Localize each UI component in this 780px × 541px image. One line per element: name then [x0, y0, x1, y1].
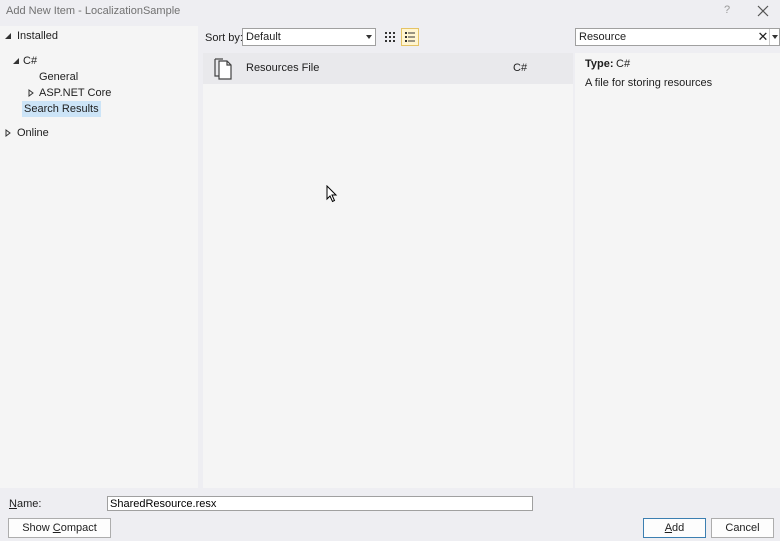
- cancel-button[interactable]: Cancel: [711, 518, 774, 538]
- template-description: A file for storing resources: [585, 77, 713, 89]
- expanded-arrow-icon[interactable]: [4, 32, 12, 40]
- search-options-dropdown[interactable]: [769, 29, 779, 45]
- tree-item-label: C#: [23, 55, 38, 67]
- compact-label-prefix: Show: [22, 522, 53, 534]
- tree-item-label: ASP.NET Core: [39, 87, 112, 99]
- tree-item-search-results[interactable]: Search Results: [22, 101, 101, 117]
- search-value: Resource: [579, 31, 627, 43]
- add-label-rest: dd: [672, 522, 685, 534]
- type-value: C#: [616, 58, 631, 70]
- sort-dropdown[interactable]: Default: [242, 28, 376, 46]
- collapsed-arrow-icon[interactable]: [27, 89, 35, 97]
- clear-search-icon[interactable]: ✕: [757, 29, 769, 45]
- tree-item-general[interactable]: General: [39, 69, 78, 85]
- show-compact-view-button[interactable]: Show Compact View: [8, 518, 111, 541]
- help-button[interactable]: ?: [719, 2, 735, 18]
- chevron-down-icon: [772, 35, 778, 39]
- sort-value: Default: [246, 31, 281, 43]
- template-tree: Installed C# General ASP.NET Core Search…: [0, 26, 198, 488]
- compact-label-accelerator: C: [52, 522, 61, 534]
- tree-lower-pane: Online: [0, 122, 198, 488]
- tree-item-label: General: [39, 71, 79, 83]
- sort-label: Sort by:: [205, 32, 243, 44]
- tree-item-label: Search Results: [24, 103, 99, 115]
- add-button[interactable]: Add: [643, 518, 706, 538]
- grid-view-icon[interactable]: [381, 28, 399, 46]
- window-title: Add New Item - LocalizationSample: [6, 5, 181, 17]
- mouse-cursor-icon: [326, 185, 338, 203]
- list-view-icon[interactable]: [401, 28, 419, 46]
- details-pane: Type: C# A file for storing resources: [575, 53, 780, 488]
- name-label-accelerator: N: [9, 498, 17, 510]
- name-field[interactable]: [107, 496, 533, 511]
- name-label: Name:: [9, 498, 41, 510]
- list-item[interactable]: Resources File C#: [203, 53, 573, 84]
- title-bar: Add New Item - LocalizationSample ?: [0, 0, 780, 22]
- type-label: Type:: [585, 58, 614, 70]
- tree-item-label: Online: [17, 127, 49, 139]
- template-list: Resources File C#: [203, 53, 573, 488]
- tree-item-label: Installed: [17, 30, 58, 42]
- name-label-text: ame:: [16, 498, 42, 510]
- template-language: C#: [513, 62, 528, 74]
- close-icon[interactable]: [754, 2, 772, 20]
- resource-file-icon: [212, 57, 234, 81]
- expanded-arrow-icon[interactable]: [12, 57, 20, 65]
- add-label-accelerator: A: [664, 522, 673, 534]
- search-input[interactable]: Resource ✕: [575, 28, 780, 46]
- template-name: Resources File: [246, 62, 320, 74]
- collapsed-arrow-icon[interactable]: [4, 129, 12, 137]
- chevron-down-icon: [366, 35, 372, 39]
